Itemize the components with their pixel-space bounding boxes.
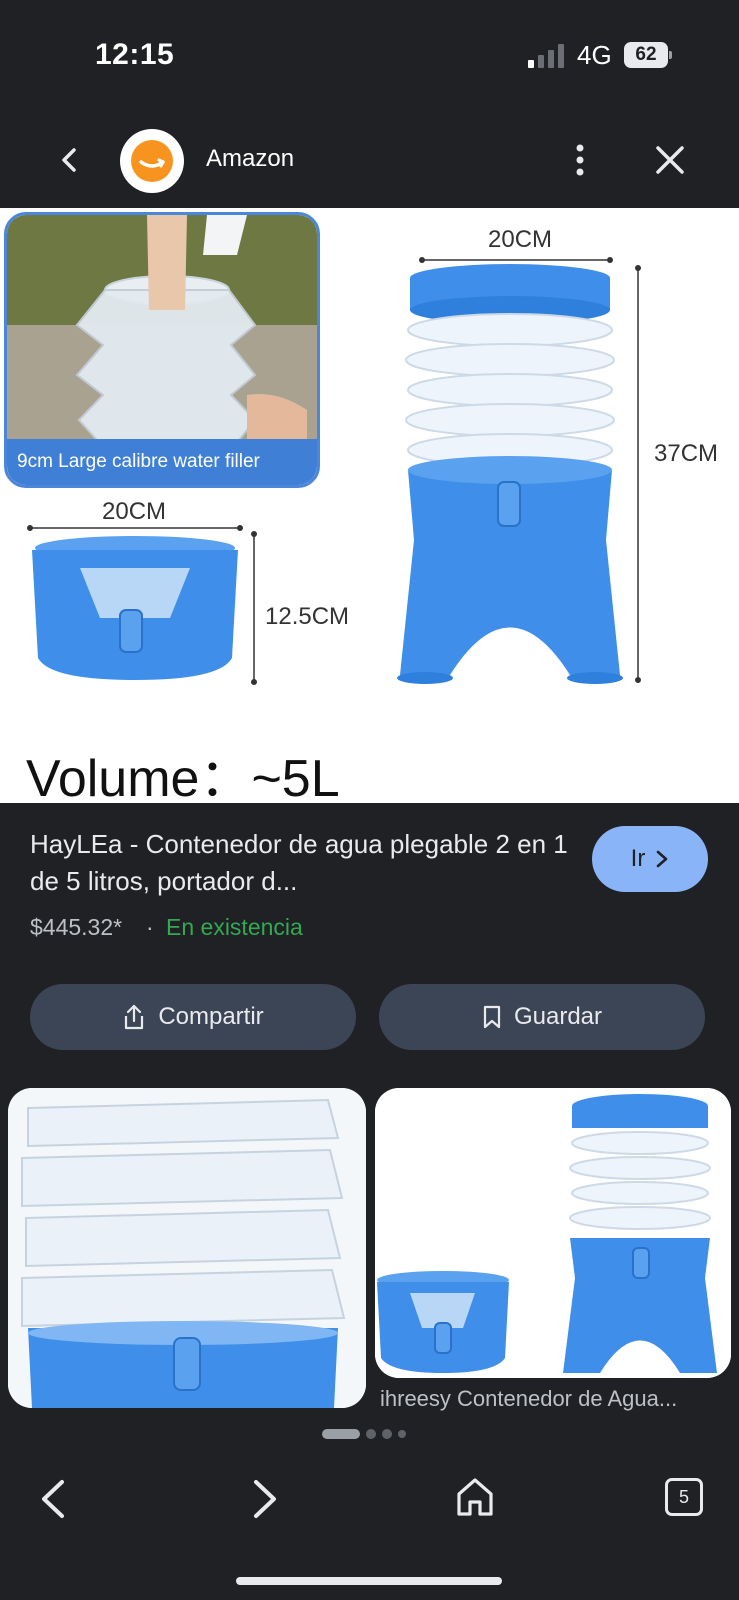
nav-forward-icon[interactable] (246, 1476, 282, 1522)
chevron-right-icon (657, 850, 668, 868)
go-label: Ir (630, 845, 646, 872)
battery-level: 62 (635, 44, 657, 65)
volume-label: Volume：~5L (26, 750, 340, 803)
amazon-smile-icon (131, 140, 173, 182)
pager-dot (382, 1428, 392, 1439)
product-image[interactable]: 9cm Large calibre water filler 20CM 37CM (0, 208, 739, 803)
bookmark-icon (483, 1005, 501, 1029)
dimension-height-small: 12.5CM (265, 603, 350, 630)
pager-dot-active (322, 1428, 360, 1439)
more-vert-icon[interactable] (570, 140, 590, 180)
dimension-height: 37CM (654, 440, 719, 467)
product-title[interactable]: HayLEa - Contenedor de agua plegable 2 e… (30, 826, 570, 900)
network-type: 4G (577, 40, 612, 70)
dimension-width-small: 20CM (102, 498, 167, 525)
nav-back-icon[interactable] (36, 1476, 72, 1522)
related-card-2[interactable] (375, 1088, 731, 1378)
stock-status: En existencia (166, 914, 303, 940)
product-price: $445.32* (30, 914, 123, 940)
related-card-1[interactable] (8, 1088, 366, 1408)
pager-dot (366, 1428, 376, 1439)
share-icon (125, 1004, 144, 1030)
home-icon[interactable] (454, 1474, 496, 1520)
inset-photo: 9cm Large calibre water filler (4, 212, 320, 488)
site-name: Amazon (206, 145, 295, 172)
share-button[interactable]: Compartir (30, 984, 356, 1050)
share-label: Compartir (158, 1003, 264, 1030)
back-arrow-icon[interactable] (50, 140, 90, 180)
pager-dot (398, 1429, 406, 1438)
battery-icon: 62 (624, 42, 672, 68)
save-button[interactable]: Guardar (379, 984, 705, 1050)
signal-strength-icon (528, 44, 564, 68)
status-time: 12:15 (95, 38, 175, 71)
site-logo (120, 129, 184, 193)
related-card-2-caption[interactable]: ihreesy Contenedor de Agua... (380, 1386, 720, 1412)
dimension-width-top: 20CM (488, 226, 553, 253)
separator-dot: · (146, 914, 154, 940)
save-label: Guardar (513, 1003, 603, 1030)
close-icon[interactable] (652, 142, 688, 178)
carousel-pager (322, 1425, 412, 1443)
home-indicator[interactable] (236, 1577, 502, 1585)
photo-caption: 9cm Large calibre water filler (17, 451, 260, 472)
tabs-button[interactable]: 5 (665, 1478, 703, 1516)
go-button[interactable]: Ir (592, 826, 708, 892)
